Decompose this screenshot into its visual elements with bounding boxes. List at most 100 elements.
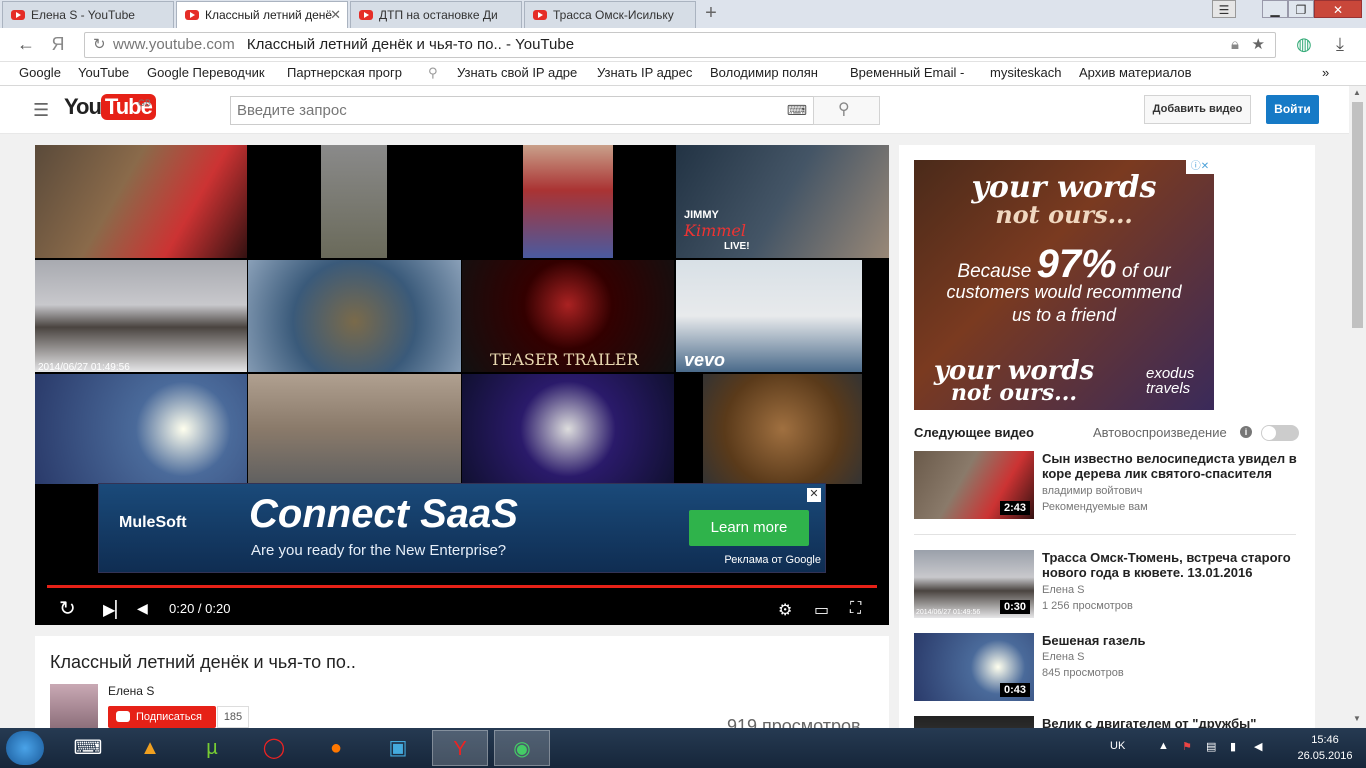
- login-button[interactable]: Войти: [1266, 95, 1319, 124]
- endscreen-thumbnail[interactable]: [321, 145, 387, 258]
- browser-tab-4[interactable]: Трасса Омск-Исильку: [524, 1, 696, 28]
- ad-info-close-icon[interactable]: ⓘ✕: [1186, 160, 1214, 174]
- endscreen-thumbnail[interactable]: [248, 374, 461, 484]
- yandex-icon[interactable]: Я: [46, 34, 70, 55]
- endscreen-thumbnail[interactable]: [248, 260, 461, 372]
- endscreen-thumbnail[interactable]: [462, 374, 674, 484]
- close-window-button[interactable]: ✕: [1314, 0, 1362, 18]
- player-ad-banner[interactable]: MuleSoft Connect SaaS Are you ready for …: [98, 483, 826, 573]
- endscreen-thumbnail[interactable]: [703, 374, 862, 484]
- video-player[interactable]: JIMMY Kimmel LIVE! 2014/06/27 01:49:56 T…: [35, 145, 889, 625]
- browser-tab-2[interactable]: Классный летний денё ✕: [176, 1, 348, 29]
- keyboard-icon[interactable]: ⌨: [787, 97, 807, 124]
- flag-icon[interactable]: ⚑: [1182, 740, 1192, 753]
- bookmark[interactable]: Архив материалов: [1079, 65, 1205, 80]
- back-arrow-icon[interactable]: ←: [14, 34, 38, 55]
- recommendation-title[interactable]: Трасса Омск-Тюмень, встреча старого ново…: [1042, 550, 1304, 580]
- recommendation-thumbnail[interactable]: 2014/06/27 01:49:56 0:30: [914, 550, 1034, 618]
- recommendation-item[interactable]: 2014/06/27 01:49:56 0:30 Трасса Омск-Тюм…: [914, 550, 1304, 620]
- browser-tab-1[interactable]: Елена S - YouTube: [2, 1, 174, 28]
- endscreen-thumbnail[interactable]: [523, 145, 613, 258]
- utorrent-icon[interactable]: µ: [184, 730, 240, 766]
- youtube-logo[interactable]: You Tube GB: [64, 94, 156, 124]
- endscreen-thumbnail[interactable]: JIMMY Kimmel LIVE!: [676, 145, 889, 258]
- volume-icon[interactable]: ◀︎: [137, 600, 148, 617]
- channel-name[interactable]: Елена S: [108, 684, 154, 698]
- clock-date: 26.05.2016: [1297, 750, 1353, 762]
- firefox-icon[interactable]: ●: [308, 730, 364, 766]
- omnibox[interactable]: ↻ www.youtube.com Классный летний денёк …: [84, 32, 1276, 58]
- network-icon[interactable]: ▮: [1230, 740, 1236, 753]
- hamburger-menu-icon[interactable]: ☰: [33, 100, 49, 121]
- language-indicator[interactable]: UK: [1110, 740, 1125, 752]
- recommendation-thumbnail[interactable]: 2:43: [914, 451, 1034, 519]
- scroll-thumb[interactable]: [1352, 102, 1363, 328]
- recommendation-item[interactable]: 0:43 Бешеная газель Елена S 845 просмотр…: [914, 633, 1304, 703]
- star-icon[interactable]: ★: [1252, 33, 1265, 57]
- search-button[interactable]: ⚲: [813, 96, 880, 125]
- bookmark[interactable]: Узнать IP адрес: [597, 65, 692, 80]
- endscreen-thumbnail[interactable]: TEASER TRAILER: [462, 260, 674, 372]
- chrome-icon[interactable]: ◉: [494, 730, 550, 766]
- bookmark[interactable]: YouTube: [78, 65, 129, 80]
- recommendation-title[interactable]: Бешеная газель: [1042, 633, 1304, 648]
- download-icon[interactable]: ⤓: [1328, 34, 1352, 55]
- reload-icon[interactable]: ↻: [93, 33, 106, 57]
- recommendation-item[interactable]: Велик с двигателем от "дружбы": [914, 716, 1304, 728]
- ad-close-icon[interactable]: ✕: [807, 488, 821, 502]
- avatar[interactable]: [50, 684, 98, 728]
- recommendation-item[interactable]: 2:43 Сын известно велосипедиста увидел в…: [914, 451, 1304, 521]
- recommendation-title[interactable]: Сын известно велосипедиста увидел в коре…: [1042, 451, 1304, 481]
- bookmark[interactable]: Узнать свой IP адре: [457, 65, 583, 80]
- recommendation-title[interactable]: Велик с двигателем от "дружбы": [1042, 716, 1304, 728]
- info-icon[interactable]: i: [1240, 426, 1252, 438]
- clock[interactable]: 15:46 26.05.2016: [1290, 732, 1360, 764]
- ad-learn-more-button[interactable]: Learn more: [689, 510, 809, 546]
- bookmark[interactable]: Google Переводчик: [147, 65, 275, 80]
- browser-tab-3[interactable]: ДТП на остановке Ди: [350, 1, 522, 28]
- start-button[interactable]: [6, 731, 44, 765]
- bookmark[interactable]: Партнерская прогр: [287, 65, 415, 80]
- minimize-button[interactable]: ▁: [1262, 0, 1288, 18]
- page-scrollbar[interactable]: ▲ ▼: [1349, 86, 1366, 728]
- fullscreen-icon[interactable]: ⛶: [850, 600, 861, 618]
- bookmark[interactable]: mysiteskach: [990, 65, 1062, 80]
- new-tab-button[interactable]: +: [700, 2, 722, 24]
- progress-bar[interactable]: [47, 585, 877, 588]
- autoplay-toggle[interactable]: [1261, 425, 1299, 441]
- subscribe-button[interactable]: Подписаться: [108, 706, 216, 728]
- replay-icon[interactable]: ↻: [59, 596, 76, 621]
- app-icon[interactable]: ▣: [370, 730, 426, 766]
- recommendation-thumbnail[interactable]: [914, 716, 1034, 728]
- scroll-up-icon[interactable]: ▲: [1353, 88, 1361, 97]
- endscreen-thumbnail[interactable]: [35, 145, 247, 258]
- scroll-down-icon[interactable]: ▼: [1353, 714, 1361, 723]
- keyboard-app-icon[interactable]: ⌨: [60, 730, 116, 766]
- close-tab-icon[interactable]: ✕: [330, 2, 341, 28]
- theater-mode-icon[interactable]: ▭: [814, 600, 829, 620]
- show-hidden-icons-icon[interactable]: ▲: [1158, 740, 1169, 752]
- search-input[interactable]: Введите запрос ⌨: [230, 96, 814, 125]
- gear-icon[interactable]: ⚙: [778, 600, 792, 620]
- ad-text: of our: [1121, 261, 1171, 282]
- upload-button[interactable]: Добавить видео: [1144, 95, 1251, 124]
- endscreen-thumbnail[interactable]: [35, 374, 247, 484]
- bookmark[interactable]: Володимир полян: [710, 65, 830, 80]
- yandex-browser-icon[interactable]: Y: [432, 730, 488, 766]
- aimp-icon[interactable]: ▲: [122, 730, 178, 766]
- more-bookmarks-icon[interactable]: »: [1322, 65, 1329, 80]
- menu-button[interactable]: ☰: [1212, 0, 1236, 18]
- device-icon[interactable]: ▤: [1206, 740, 1216, 753]
- sidebar-ad[interactable]: your words not ours... Because 97% of ou…: [914, 160, 1214, 410]
- restore-button[interactable]: ❐: [1288, 0, 1314, 18]
- next-icon[interactable]: ▶▏: [103, 600, 128, 620]
- ad-text: us to a friend: [1011, 305, 1117, 325]
- recommendation-thumbnail[interactable]: 0:43: [914, 633, 1034, 701]
- endscreen-thumbnail[interactable]: vevo: [676, 260, 862, 372]
- bookmark[interactable]: Временный Email -: [850, 65, 974, 80]
- globe-icon[interactable]: ◍: [1292, 34, 1316, 55]
- endscreen-thumbnail[interactable]: 2014/06/27 01:49:56: [35, 260, 247, 373]
- volume-icon[interactable]: ◀︎: [1254, 740, 1262, 753]
- opera-icon[interactable]: ◯: [246, 730, 302, 766]
- bookmark[interactable]: Google: [19, 65, 61, 80]
